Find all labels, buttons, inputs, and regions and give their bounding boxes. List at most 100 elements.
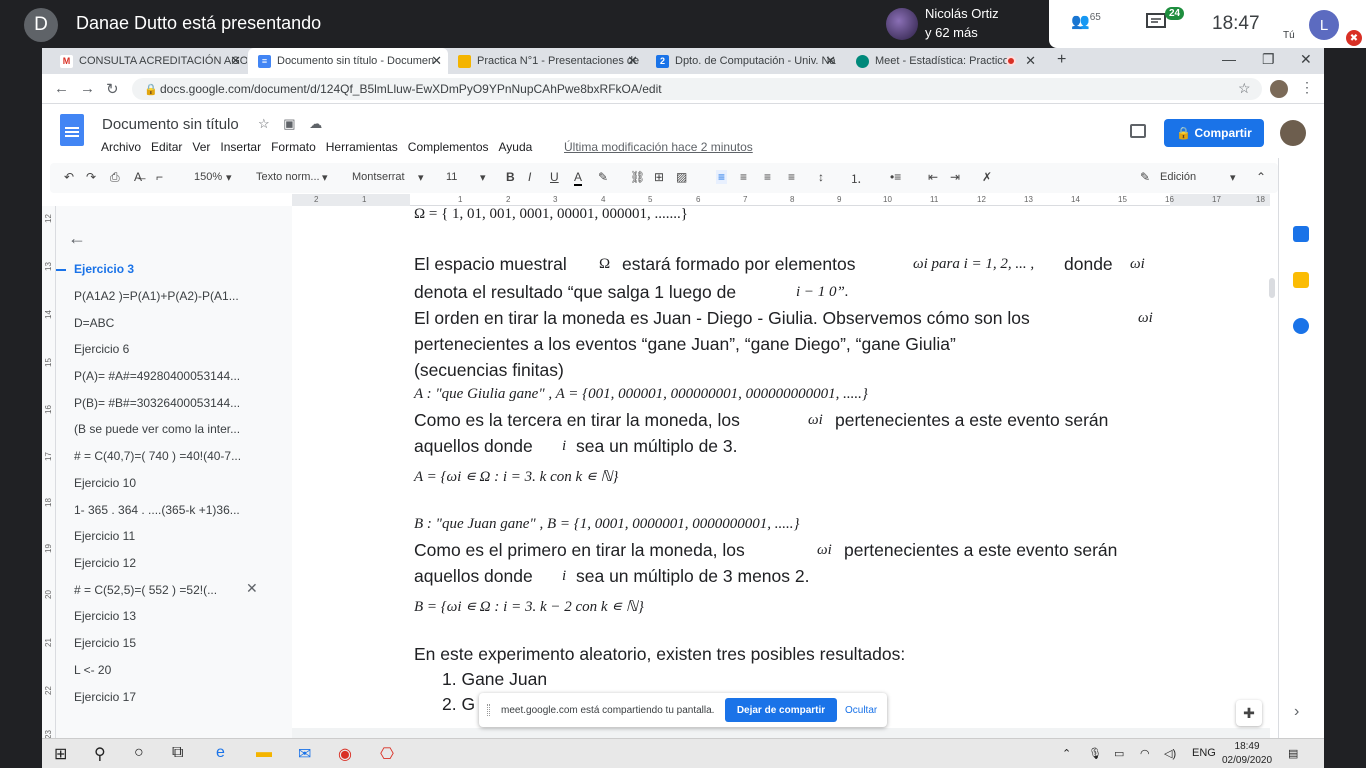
decrease-indent-icon[interactable]: ⇤ [928, 170, 938, 184]
menu-archivo[interactable]: Archivo [101, 140, 141, 154]
document-page[interactable]: Ω = { 1, 01, 001, 0001, 00001, 000001, .… [292, 206, 1270, 738]
highlight-icon[interactable]: ✎ [598, 170, 608, 184]
horizontal-ruler[interactable]: 2 1 1 2 3 4 5 6 7 8 9 10 11 12 13 14 15 … [292, 194, 1270, 206]
cloud-status-icon[interactable]: ☁ [309, 116, 322, 131]
tab-gmail[interactable]: M CONSULTA ACREDITACIÓN AGO ✕ [50, 48, 247, 74]
outline-item[interactable]: P(A)= #A#=49280400053144... [74, 369, 240, 383]
close-window-button[interactable]: ✕ [1300, 51, 1312, 68]
url-field[interactable]: 🔒 docs.google.com/document/d/124Qf_B5lmL… [132, 78, 1262, 100]
new-tab-button[interactable]: + [1057, 51, 1066, 69]
outline-item[interactable]: Ejercicio 10 [74, 476, 136, 490]
taskbar-clock[interactable]: 18:49 02/09/2020 [1222, 740, 1272, 768]
document-title[interactable]: Documento sin título [102, 116, 239, 133]
browser-menu-icon[interactable]: ⋮ [1300, 79, 1314, 96]
minimize-button[interactable]: — [1222, 51, 1236, 67]
task-view-icon[interactable]: ⧉ [172, 744, 183, 762]
calendar-icon[interactable] [1293, 226, 1309, 242]
star-icon[interactable]: ☆ [258, 116, 270, 131]
explore-icon[interactable]: ✚ [1236, 700, 1262, 726]
menu-editar[interactable]: Editar [151, 140, 182, 154]
hide-menus-icon[interactable]: ⌃ [1256, 170, 1266, 184]
chevron-up-icon[interactable]: ⌃ [1062, 747, 1071, 760]
undo-icon[interactable]: ↶ [64, 170, 74, 184]
close-icon[interactable]: ✕ [825, 53, 836, 69]
back-icon[interactable]: ← [54, 80, 69, 97]
numbered-list-icon[interactable]: ⒈ [850, 170, 862, 187]
drag-handle-icon[interactable] [487, 704, 490, 716]
outline-item[interactable]: Ejercicio 11 [74, 529, 135, 543]
font-select[interactable]: Montserrat [352, 171, 405, 183]
menu-insertar[interactable]: Insertar [220, 140, 261, 154]
outline-item[interactable]: Ejercicio 6 [74, 342, 129, 356]
participant-tile[interactable]: Nicolás Ortiz y 62 más [880, 0, 1050, 48]
close-icon[interactable]: ✕ [627, 53, 638, 69]
reload-icon[interactable]: ↻ [106, 80, 119, 98]
battery-icon[interactable]: ▭ [1114, 747, 1124, 760]
vertical-scrollbar[interactable] [1269, 278, 1275, 298]
wifi-icon[interactable]: ◠ [1140, 747, 1150, 760]
mail-icon[interactable]: ✉ [298, 744, 311, 764]
user-avatar[interactable] [1280, 120, 1306, 146]
outline-item[interactable]: Ejercicio 3 [55, 262, 134, 276]
document-canvas[interactable]: Ω = { 1, 01, 001, 0001, 00001, 000001, .… [292, 206, 1270, 738]
outline-item[interactable]: Ejercicio 13 [74, 609, 136, 623]
outline-item[interactable]: 1- 365 . 364 . ....(365-k +1)36... [74, 503, 240, 517]
edge-icon[interactable]: e [216, 744, 225, 762]
redo-icon[interactable]: ↷ [86, 170, 96, 184]
notifications-icon[interactable]: ▤ [1288, 747, 1298, 760]
move-folder-icon[interactable]: ▣ [283, 116, 295, 131]
search-icon[interactable]: ⚲ [94, 744, 106, 764]
outline-item[interactable]: # = C(40,7)=( 740 ) =40!(40-7... [74, 449, 241, 463]
link-icon[interactable]: ⛓ [630, 170, 645, 184]
keep-icon[interactable] [1293, 272, 1309, 288]
menu-ver[interactable]: Ver [192, 140, 210, 154]
style-select[interactable]: Texto norm... [256, 171, 320, 183]
clear-formatting-icon[interactable]: ✗ [982, 170, 992, 184]
outline-item[interactable]: Ejercicio 12 [74, 556, 136, 570]
increase-indent-icon[interactable]: ⇥ [950, 170, 960, 184]
align-right-icon[interactable]: ≡ [764, 170, 771, 184]
outline-item[interactable]: Ejercicio 17 [74, 690, 136, 704]
insert-comment-icon[interactable]: ⊞ [654, 170, 664, 184]
align-left-icon[interactable]: ≡ [716, 170, 728, 184]
share-button[interactable]: 🔒 Compartir [1164, 119, 1264, 147]
microphone-icon[interactable]: 🎙 [1088, 747, 1102, 760]
tab-dpto[interactable]: 2 Dpto. de Computación - Univ. Na ✕ [646, 48, 842, 74]
outline-item[interactable]: Ejercicio 15 [74, 636, 136, 650]
chrome-icon[interactable]: ◉ [338, 744, 352, 764]
align-center-icon[interactable]: ≡ [740, 170, 747, 184]
tab-meet[interactable]: Meet - Estadística: Practico ✕ [846, 48, 1042, 74]
zoom-select[interactable]: 150% [194, 171, 222, 183]
bookmark-star-icon[interactable]: ☆ [1238, 80, 1251, 97]
editing-mode-select[interactable]: Edición [1160, 171, 1196, 183]
volume-icon[interactable]: ◁) [1164, 747, 1176, 760]
close-icon[interactable]: ✕ [230, 53, 241, 69]
paint-format-icon[interactable]: ⌐ [156, 170, 163, 184]
menu-herramientas[interactable]: Herramientas [326, 140, 398, 154]
print-icon[interactable]: ⎙ [110, 170, 120, 185]
line-spacing-icon[interactable]: ↕ [818, 170, 824, 184]
italic-icon[interactable]: I [528, 170, 531, 184]
tab-docs[interactable]: ≡ Documento sin título - Documen ✕ [248, 48, 448, 74]
last-modified-link[interactable]: Última modificación hace 2 minutos [564, 140, 753, 154]
outline-item[interactable]: L <- 20 [74, 663, 111, 677]
tab-slides[interactable]: Practica N°1 - Presentaciones de ✕ [448, 48, 644, 74]
hide-notice-button[interactable]: Ocultar [845, 705, 877, 716]
underline-icon[interactable]: U [550, 170, 559, 184]
expand-panel-icon[interactable]: › [1294, 703, 1299, 721]
menu-ayuda[interactable]: Ayuda [499, 140, 533, 154]
cortana-icon[interactable]: ○ [134, 744, 144, 762]
close-icon[interactable]: ✕ [1025, 53, 1036, 69]
bulleted-list-icon[interactable]: •≡ [890, 170, 901, 184]
font-size-select[interactable]: 11 [446, 171, 457, 183]
horizontal-scrollbar[interactable] [292, 728, 1270, 738]
back-arrow-icon[interactable]: ← [68, 228, 86, 249]
outline-item[interactable]: (B se puede ver como la inter... [74, 422, 240, 436]
menu-complementos[interactable]: Complementos [408, 140, 489, 154]
comments-icon[interactable] [1130, 124, 1146, 138]
windows-start-icon[interactable]: ⊞ [54, 744, 67, 764]
close-icon[interactable]: ✕ [431, 53, 442, 69]
self-avatar[interactable]: L [1309, 10, 1339, 40]
outline-item[interactable]: D=ABC [74, 316, 114, 330]
spellcheck-icon[interactable]: A̶ [134, 170, 142, 184]
